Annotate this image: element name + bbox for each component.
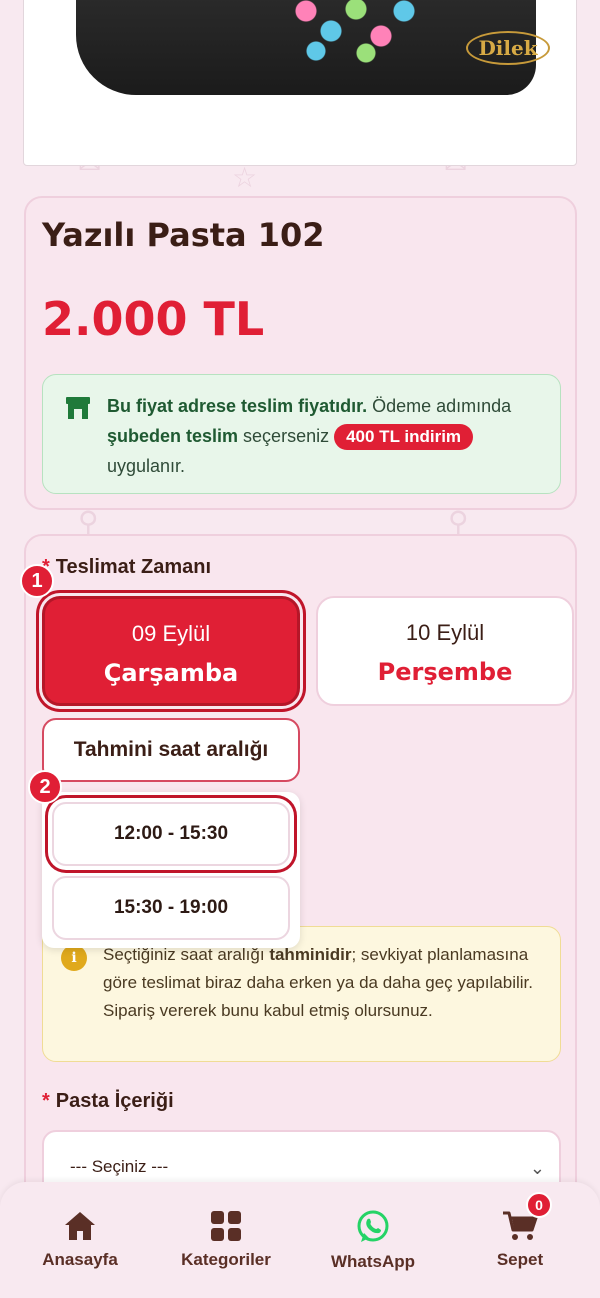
cart-count-badge: 0: [526, 1192, 552, 1218]
notice-text-4: seçerseniz: [238, 426, 335, 446]
shop-icon: [66, 397, 90, 419]
nav-label: WhatsApp: [330, 1252, 416, 1271]
product-price: 2.000 TL: [42, 292, 265, 346]
background-doodle: ☆: [232, 162, 258, 193]
required-mark: *: [42, 1090, 50, 1112]
day-weekday: Perşembe: [377, 658, 513, 686]
cake-content-label: * Pasta İçeriği: [42, 1090, 174, 1113]
notice-bold-3: şubeden teslim: [107, 426, 239, 446]
nav-categories[interactable]: Kategoriler: [166, 1210, 286, 1270]
delivery-time-label-text: Teslimat Zamanı: [55, 556, 212, 578]
day-date: 10 Eylül: [405, 620, 485, 645]
discount-badge: 400 TL indirim: [334, 424, 474, 450]
nav-home[interactable]: Anasayfa: [20, 1210, 140, 1270]
day-date: 09 Eylül: [131, 621, 211, 646]
product-info-card: Yazılı Pasta 102 2.000 TL Bu fiyat adres…: [24, 196, 577, 510]
bottom-nav: Anasayfa Kategoriler WhatsApp 0 Sepet: [0, 1182, 600, 1298]
delivery-time-label: *Teslimat Zamanı: [42, 556, 211, 579]
product-image[interactable]: Dilek: [23, 0, 577, 166]
time-option-2[interactable]: 15:30 - 19:00: [52, 876, 290, 940]
time-option-1[interactable]: 12:00 - 15:30: [52, 802, 290, 866]
day-weekday: Çarşamba: [103, 659, 239, 687]
cake-frosting: [286, 0, 416, 69]
brand-logo: Dilek: [466, 31, 550, 65]
nav-label: Anasayfa: [42, 1250, 118, 1269]
cake-content-label-text: Pasta İçeriği: [55, 1090, 174, 1112]
nav-label: Sepet: [496, 1250, 544, 1269]
time-range-dropdown: 12:00 - 15:30 15:30 - 19:00: [42, 792, 300, 948]
time-range-toggle[interactable]: Tahmini saat aralığı: [42, 718, 300, 782]
day-option-2[interactable]: 10 Eylül Perşembe: [316, 596, 574, 706]
home-icon: [65, 1212, 95, 1240]
whatsapp-icon: [357, 1210, 389, 1242]
grid-icon: [211, 1211, 241, 1241]
background-doodle: ⚲: [78, 506, 99, 537]
notice-text-5: uygulanır.: [107, 456, 186, 476]
step-badge-2: 2: [28, 770, 62, 804]
day-option-1[interactable]: 09 Eylül Çarşamba: [42, 596, 300, 706]
nav-whatsapp[interactable]: WhatsApp: [313, 1210, 433, 1272]
nav-label: Kategoriler: [181, 1250, 271, 1269]
delivery-card: *Teslimat Zamanı 09 Eylül Çarşamba 10 Ey…: [20, 534, 577, 1294]
notice-text-2: Ödeme adımında: [367, 396, 512, 416]
info-icon: i: [61, 945, 87, 971]
background-doodle: ⚲: [448, 506, 469, 537]
chevron-down-icon: ⌄: [529, 1158, 545, 1178]
select-value: --- Seçiniz ---: [70, 1157, 169, 1176]
cake-photo: Dilek: [76, 0, 550, 95]
notice-bold-1: Bu fiyat adrese teslim fiyatıdır.: [107, 396, 368, 416]
product-title: Yazılı Pasta 102: [42, 216, 325, 254]
nav-cart[interactable]: 0 Sepet: [460, 1192, 580, 1270]
step-badge-1: 1: [20, 564, 54, 598]
delivery-price-notice: Bu fiyat adrese teslim fiyatıdır. Ödeme …: [42, 374, 561, 494]
